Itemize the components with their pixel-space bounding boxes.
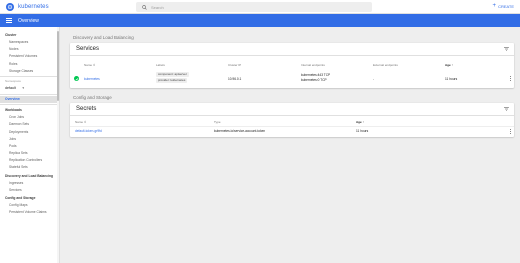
- label-chip: provider: kubernetes: [156, 77, 188, 83]
- divider: [70, 126, 514, 127]
- sidebar-item-daemon-sets[interactable]: Daemon Sets: [0, 121, 59, 128]
- top-bar: kubernetes + CREATE: [0, 0, 520, 14]
- sidebar-item-stateful-sets[interactable]: Stateful Sets: [0, 164, 59, 171]
- sidebar-item-pvc[interactable]: Persistent Volume Claims: [0, 209, 59, 216]
- sidebar-item-namespaces[interactable]: Namespaces: [0, 39, 59, 46]
- chevron-down-icon: ▼: [21, 86, 25, 91]
- internal-endpoints: kubernetes:443 TCP kubernetes:0 TCP: [301, 73, 330, 82]
- sidebar-item-persistent-volumes[interactable]: Persistent Volumes: [0, 53, 59, 60]
- column-header-name[interactable]: Name ⇕: [75, 120, 86, 124]
- search-icon: [142, 4, 147, 10]
- sidebar-item-pods[interactable]: Pods: [0, 143, 59, 150]
- sidebar-item-replication-controllers[interactable]: Replication Controllers: [0, 157, 59, 164]
- sidebar-item-storage-classes[interactable]: Storage Classes: [0, 68, 59, 75]
- sidebar-item-nodes[interactable]: Nodes: [0, 46, 59, 53]
- filter-icon[interactable]: [504, 47, 509, 51]
- search-input[interactable]: [151, 4, 351, 10]
- sidebar-item-services[interactable]: Services: [0, 187, 59, 194]
- sidebar-heading-workloads[interactable]: Workloads: [0, 106, 59, 114]
- sidebar-item-overview[interactable]: Overview: [0, 95, 59, 104]
- divider: [0, 75, 59, 77]
- cluster-ip: 10.96.0.1: [228, 76, 242, 81]
- divider: [0, 104, 59, 106]
- sidebar-item-replica-sets[interactable]: Replica Sets: [0, 150, 59, 157]
- title-bar: Overview: [0, 14, 520, 27]
- kubernetes-logo-icon[interactable]: [6, 2, 14, 11]
- sidebar-scrollbar[interactable]: [57, 27, 59, 263]
- column-header-age[interactable]: Age ↑: [356, 120, 364, 124]
- service-labels: component: apiserver provider: kubernete…: [156, 72, 216, 84]
- internal-endpoint: kubernetes:0 TCP: [301, 77, 327, 82]
- namespace-select[interactable]: default ▼: [0, 84, 59, 93]
- filter-icon[interactable]: [504, 107, 509, 111]
- search-box[interactable]: [136, 2, 372, 12]
- page-title: Overview: [18, 17, 39, 24]
- column-header-labels: Labels: [156, 63, 165, 67]
- sidebar-heading-discovery[interactable]: Discovery and Load Balancing: [0, 172, 59, 180]
- sidebar: Cluster Namespaces Nodes Persistent Volu…: [0, 27, 60, 263]
- section-title-config: Config and Storage: [73, 95, 112, 100]
- column-header-internal-endpoints: Internal endpoints: [301, 63, 325, 67]
- namespace-value: default: [5, 86, 16, 91]
- main-content: Discovery and Load Balancing Services Na…: [70, 32, 514, 137]
- more-vert-icon[interactable]: [510, 129, 512, 134]
- sidebar-item-roles[interactable]: Roles: [0, 61, 59, 68]
- internal-endpoint: kubernetes:443 TCP: [301, 73, 331, 77]
- sidebar-item-jobs[interactable]: Jobs: [0, 136, 59, 143]
- section-title-discovery: Discovery and Load Balancing: [73, 35, 134, 40]
- divider: [0, 93, 59, 95]
- secret-type: kubernetes.io/service-account-token: [214, 129, 266, 133]
- service-age: 11 hours: [445, 76, 458, 81]
- label-chip: component: apiserver: [156, 72, 189, 77]
- menu-icon[interactable]: [6, 18, 12, 23]
- brand-name[interactable]: kubernetes: [18, 4, 49, 10]
- service-name-link[interactable]: kubernetes: [84, 77, 100, 82]
- sidebar-heading-config[interactable]: Config and Storage: [0, 194, 59, 202]
- column-header-cluster-ip: Cluster IP: [228, 63, 242, 67]
- column-header-name[interactable]: Name ⇕: [84, 63, 95, 67]
- secrets-title: Secrets: [70, 103, 514, 116]
- create-button[interactable]: + CREATE: [493, 3, 514, 9]
- scrollbar-thumb[interactable]: [57, 31, 59, 101]
- check-circle-icon: [74, 76, 79, 81]
- create-label: CREATE: [498, 3, 514, 9]
- secret-age: 11 hours: [356, 129, 369, 133]
- secrets-card: Secrets Name ⇕ Type Age ↑ default-token-…: [70, 103, 514, 137]
- services-title: Services: [70, 43, 514, 56]
- sidebar-item-config-maps[interactable]: Config Maps: [0, 202, 59, 209]
- sidebar-heading-cluster[interactable]: Cluster: [0, 31, 59, 39]
- column-header-type: Type: [214, 120, 221, 124]
- more-vert-icon[interactable]: [510, 76, 512, 81]
- sidebar-item-ingresses[interactable]: Ingresses: [0, 180, 59, 187]
- sidebar-item-deployments[interactable]: Deployments: [0, 129, 59, 136]
- column-header-age[interactable]: Age ↑: [445, 63, 453, 67]
- sidebar-item-cron-jobs[interactable]: Cron Jobs: [0, 114, 59, 121]
- secret-name-link[interactable]: default-token-gr9fd: [75, 129, 102, 134]
- column-header-external-endpoints: External endpoints: [373, 63, 398, 67]
- services-card: Services Name ⇕ Labels Cluster IP Intern…: [70, 43, 514, 88]
- add-icon: +: [492, 3, 497, 9]
- external-endpoints: -: [373, 76, 375, 81]
